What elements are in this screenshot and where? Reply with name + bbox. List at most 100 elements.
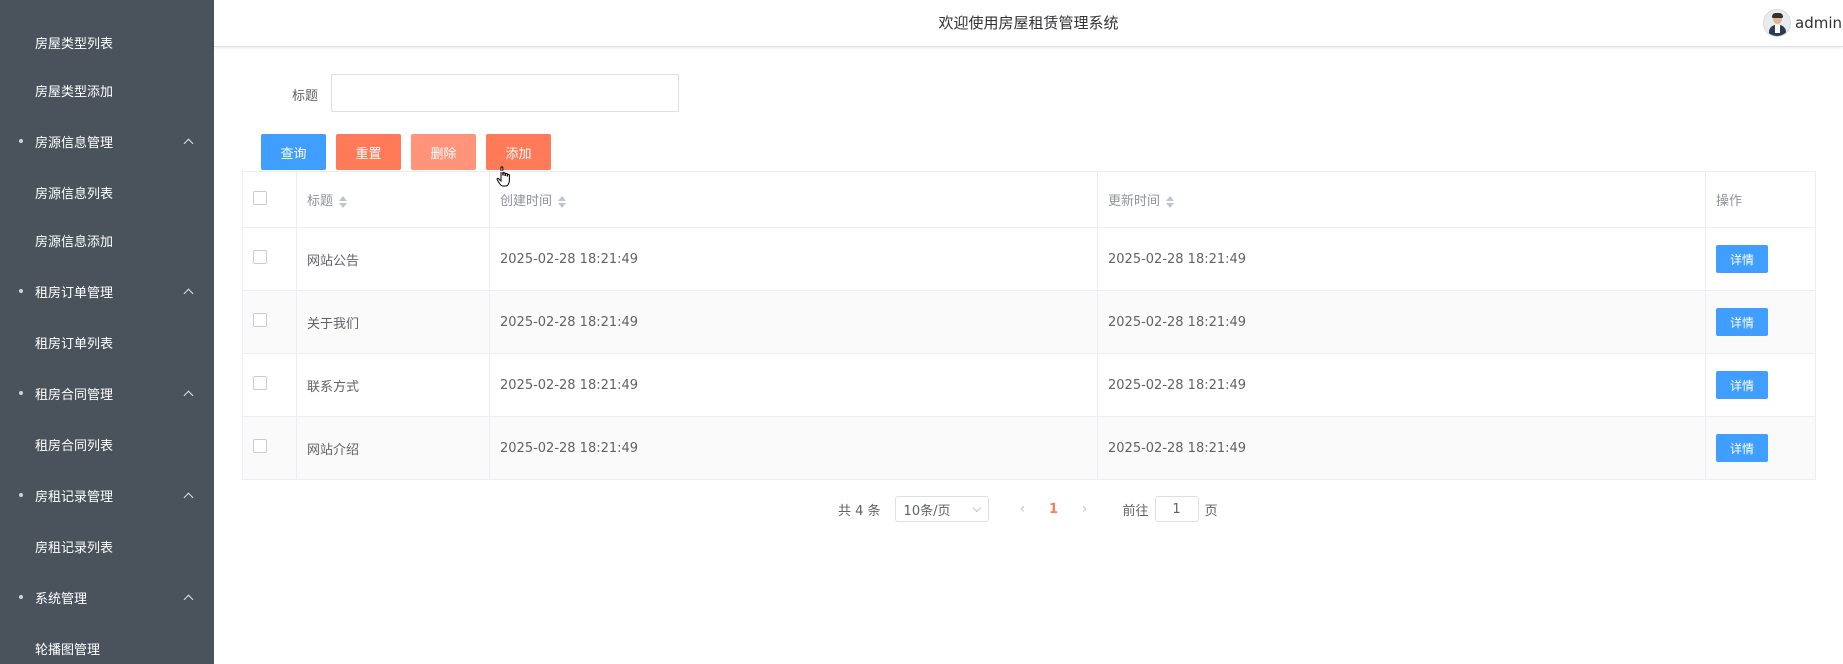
chevron-up-icon xyxy=(183,390,194,401)
sidebar-group-listing-management[interactable]: 房源信息管理 xyxy=(0,121,214,161)
row-checkbox[interactable] xyxy=(253,313,267,327)
sidebar-item-order-list[interactable]: 租房订单列表 xyxy=(0,322,214,362)
sidebar-item-label: 房屋类型添加 xyxy=(35,84,114,100)
table-row: 联系方式 2025-02-28 18:21:49 2025-02-28 18:2… xyxy=(242,353,1816,417)
row-created-time: 2025-02-28 18:21:49 xyxy=(489,227,1098,291)
sidebar-group-contract-management[interactable]: 租房合同管理 xyxy=(0,373,214,413)
page-size-select[interactable]: 10条/页 xyxy=(894,496,989,522)
row-created-time: 2025-02-28 18:21:49 xyxy=(489,290,1098,354)
sidebar-item-listing-list[interactable]: 房源信息列表 xyxy=(0,172,214,212)
row-select-cell xyxy=(242,416,297,480)
column-header-title[interactable]: 标题 xyxy=(296,171,490,228)
row-actions: 详情 xyxy=(1705,353,1816,417)
chevron-down-icon xyxy=(972,503,981,512)
chevron-up-icon xyxy=(183,288,194,299)
row-created-time: 2025-02-28 18:21:49 xyxy=(489,416,1098,480)
sidebar: 房屋类型列表 房屋类型添加 房源信息管理 房源信息列表 房源信息添加 租房订单管… xyxy=(0,0,214,664)
select-all-checkbox[interactable] xyxy=(253,190,267,205)
top-header: 欢迎使用房屋租赁管理系统 admin xyxy=(214,0,1843,47)
sidebar-item-contract-list[interactable]: 租房合同列表 xyxy=(0,424,214,464)
sidebar-item-label: 房源信息列表 xyxy=(35,186,114,202)
chevron-up-icon xyxy=(183,138,194,149)
sidebar-item-label: 系统管理 xyxy=(35,591,88,607)
column-header-updated[interactable]: 更新时间 xyxy=(1097,171,1706,228)
delete-button[interactable]: 删除 xyxy=(411,134,476,170)
row-select-cell xyxy=(242,290,297,354)
next-page-button[interactable]: › xyxy=(1071,501,1099,517)
sidebar-item-label: 房源信息管理 xyxy=(35,135,114,151)
row-actions: 详情 xyxy=(1705,416,1816,480)
table-header-row: 标题 创建时间 更新时间 操作 xyxy=(242,171,1816,228)
goto-label: 前往 xyxy=(1122,503,1149,519)
page-size-value: 10条/页 xyxy=(903,503,951,519)
table-row: 网站公告 2025-02-28 18:21:49 2025-02-28 18:2… xyxy=(242,227,1816,291)
avatar xyxy=(1763,9,1791,37)
row-updated-time: 2025-02-28 18:21:49 xyxy=(1097,416,1706,480)
sort-icon[interactable] xyxy=(339,195,348,208)
page-unit-label: 页 xyxy=(1204,503,1218,519)
title-search-input[interactable] xyxy=(331,74,679,112)
query-button[interactable]: 查询 xyxy=(261,134,326,170)
user-name: admin xyxy=(1795,14,1842,32)
user-menu[interactable]: admin xyxy=(1763,9,1843,37)
data-table: 标题 创建时间 更新时间 操作 网站公告 2025-02-28 18:21:49… xyxy=(242,171,1816,480)
row-updated-time: 2025-02-28 18:21:49 xyxy=(1097,227,1706,291)
sidebar-item-label: 房源信息添加 xyxy=(35,234,114,250)
sidebar-group-system-management[interactable]: 系统管理 xyxy=(0,577,214,617)
row-checkbox[interactable] xyxy=(253,439,267,453)
row-updated-time: 2025-02-28 18:21:49 xyxy=(1097,353,1706,417)
site-title: 欢迎使用房屋租赁管理系统 xyxy=(938,14,1119,32)
row-title: 网站公告 xyxy=(296,227,490,291)
goto-page-input[interactable] xyxy=(1154,496,1199,522)
sidebar-item-label: 租房订单管理 xyxy=(35,285,114,301)
sidebar-item-label: 轮播图管理 xyxy=(35,642,101,658)
row-created-time: 2025-02-28 18:21:49 xyxy=(489,353,1098,417)
page-number-current[interactable]: 1 xyxy=(1037,502,1071,517)
goto-page: 前往 页 xyxy=(1123,496,1218,522)
sidebar-item-label: 租房合同列表 xyxy=(35,438,114,454)
sidebar-item-label: 租房订单列表 xyxy=(35,336,114,352)
detail-button[interactable]: 详情 xyxy=(1716,371,1768,399)
sort-icon[interactable] xyxy=(558,195,567,208)
sidebar-item-rent-record-list[interactable]: 房租记录列表 xyxy=(0,526,214,566)
sidebar-item-listing-add[interactable]: 房源信息添加 xyxy=(0,220,214,260)
column-header-label: 标题 xyxy=(307,194,334,209)
sidebar-item-label: 房租记录列表 xyxy=(35,540,114,556)
row-updated-time: 2025-02-28 18:21:49 xyxy=(1097,290,1706,354)
sidebar-item-label: 房租记录管理 xyxy=(35,489,114,505)
row-select-cell xyxy=(242,227,297,291)
chevron-up-icon xyxy=(183,492,194,503)
detail-button[interactable]: 详情 xyxy=(1716,245,1768,273)
row-checkbox[interactable] xyxy=(253,376,267,390)
sidebar-group-rent-record-management[interactable]: 房租记录管理 xyxy=(0,475,214,515)
column-header-created[interactable]: 创建时间 xyxy=(489,171,1098,228)
chevron-up-icon xyxy=(183,594,194,605)
column-header-actions: 操作 xyxy=(1705,171,1816,228)
column-header-label: 创建时间 xyxy=(500,194,553,209)
add-button[interactable]: 添加 xyxy=(486,134,551,170)
title-search-label: 标题 xyxy=(292,89,319,104)
column-header-label: 更新时间 xyxy=(1108,194,1161,209)
row-title: 网站介绍 xyxy=(296,416,490,480)
table-row: 网站介绍 2025-02-28 18:21:49 2025-02-28 18:2… xyxy=(242,416,1816,480)
row-checkbox[interactable] xyxy=(253,250,267,264)
sidebar-group-order-management[interactable]: 租房订单管理 xyxy=(0,271,214,311)
sidebar-item-house-type-add[interactable]: 房屋类型添加 xyxy=(0,70,214,110)
detail-button[interactable]: 详情 xyxy=(1716,434,1768,462)
pagination: 共 4 条 10条/页 ‹ 1 › 前往 页 xyxy=(838,496,1218,522)
sidebar-item-carousel-management[interactable]: 轮播图管理 xyxy=(0,628,214,664)
row-title: 关于我们 xyxy=(296,290,490,354)
detail-button[interactable]: 详情 xyxy=(1716,308,1768,336)
row-actions: 详情 xyxy=(1705,290,1816,354)
sidebar-item-label: 租房合同管理 xyxy=(35,387,114,403)
reset-button[interactable]: 重置 xyxy=(336,134,401,170)
row-title: 联系方式 xyxy=(296,353,490,417)
sort-icon[interactable] xyxy=(1166,195,1175,208)
row-actions: 详情 xyxy=(1705,227,1816,291)
sidebar-item-house-type-list[interactable]: 房屋类型列表 xyxy=(0,22,214,62)
table-row: 关于我们 2025-02-28 18:21:49 2025-02-28 18:2… xyxy=(242,290,1816,354)
pagination-total: 共 4 条 xyxy=(838,503,881,519)
prev-page-button[interactable]: ‹ xyxy=(1009,501,1037,517)
row-select-cell xyxy=(242,353,297,417)
select-all-cell xyxy=(242,171,297,228)
